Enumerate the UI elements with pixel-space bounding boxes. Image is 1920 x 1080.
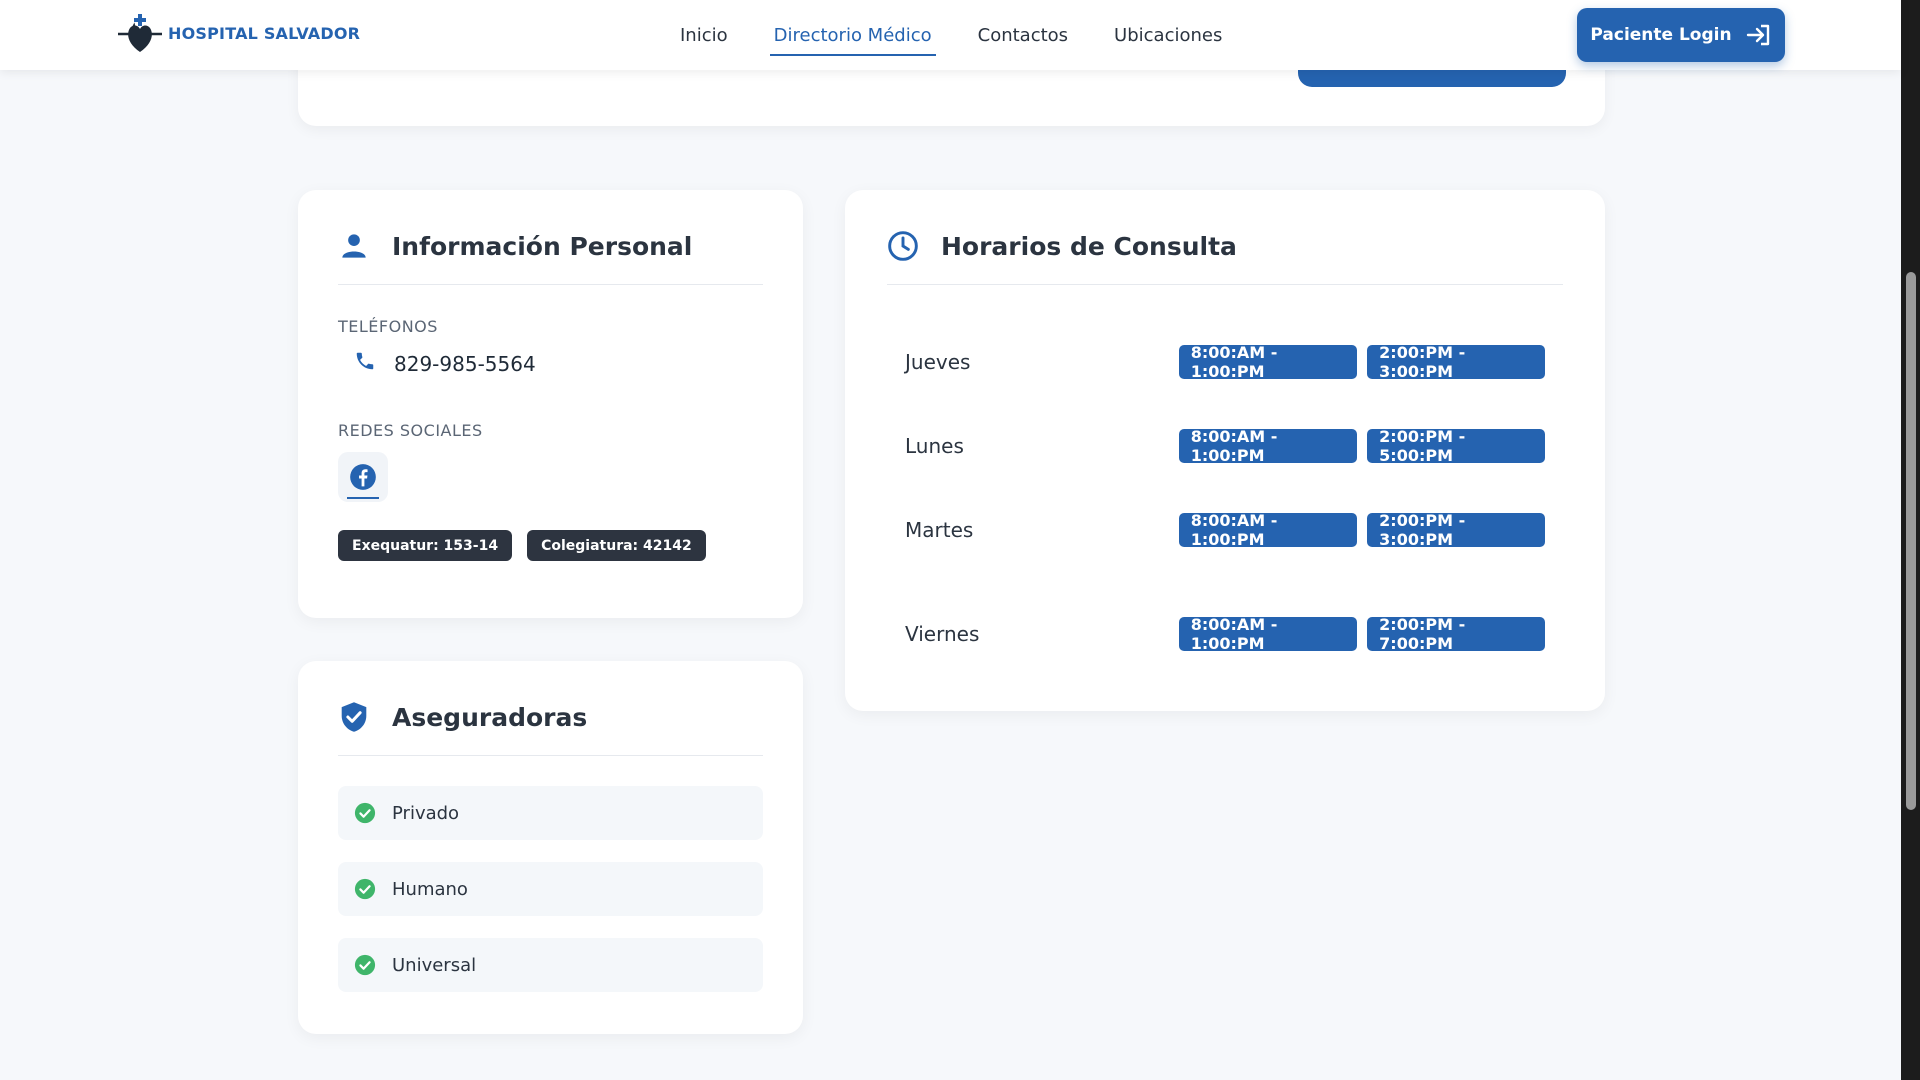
schedule-row: Martes 8:00:AM - 1:00:PM 2:00:PM - 3:00:… xyxy=(905,511,1545,549)
facebook-link[interactable] xyxy=(338,452,388,502)
time-slot: 8:00:AM - 1:00:PM xyxy=(1178,615,1358,653)
time-slot: 2:00:PM - 3:00:PM xyxy=(1367,511,1545,549)
schedule-title: Horarios de Consulta xyxy=(887,230,1563,262)
scrollbar-thumb[interactable] xyxy=(1906,272,1916,810)
nav-item-directorio-medico[interactable]: Directorio Médico xyxy=(769,0,936,70)
shield-check-icon xyxy=(338,701,370,733)
time-slot: 8:00:AM - 1:00:PM xyxy=(1178,511,1358,549)
login-button-label: Paciente Login xyxy=(1590,25,1732,45)
schedule-row: Viernes 8:00:AM - 1:00:PM 2:00:PM - 7:00… xyxy=(905,615,1545,653)
schedule-day: Viernes xyxy=(905,622,980,646)
personal-info-heading: Información Personal xyxy=(392,231,693,261)
nav-item-contactos[interactable]: Contactos xyxy=(978,0,1068,70)
divider xyxy=(338,284,763,285)
hospital-logo-icon xyxy=(118,14,162,52)
login-icon xyxy=(1746,24,1769,46)
insurers-title: Aseguradoras xyxy=(338,701,763,733)
phones-label: TELÉFONOS xyxy=(338,317,438,336)
colegiatura-badge: Colegiatura: 42142 xyxy=(527,530,706,561)
check-circle-icon xyxy=(354,802,376,824)
divider xyxy=(887,284,1563,285)
credential-badges: Exequatur: 153-14 Colegiatura: 42142 xyxy=(338,530,763,561)
social-label: REDES SOCIALES xyxy=(338,421,483,440)
site-header: HOSPITAL SALVADOR Inicio Directorio Médi… xyxy=(0,0,1901,70)
personal-info-title: Información Personal xyxy=(338,230,763,262)
schedule-heading: Horarios de Consulta xyxy=(941,231,1237,261)
divider xyxy=(338,755,763,756)
schedule-day: Jueves xyxy=(905,350,971,374)
exequatur-badge: Exequatur: 153-14 xyxy=(338,530,513,561)
list-item: Privado xyxy=(338,786,763,840)
list-item: Humano xyxy=(338,862,763,916)
insurer-name: Privado xyxy=(392,802,460,824)
time-slot: 8:00:AM - 1:00:PM xyxy=(1178,343,1358,381)
logo[interactable]: HOSPITAL SALVADOR xyxy=(116,12,360,54)
phone-icon xyxy=(354,350,376,377)
patient-login-button[interactable]: Paciente Login xyxy=(1577,8,1785,62)
time-slot: 2:00:PM - 7:00:PM xyxy=(1367,615,1545,653)
facebook-icon xyxy=(350,464,376,490)
check-circle-icon xyxy=(354,954,376,976)
phone-row: 829-985-5564 xyxy=(354,350,763,377)
insurer-name: Humano xyxy=(392,878,468,900)
clock-icon xyxy=(887,230,919,262)
schedule-row: Lunes 8:00:AM - 1:00:PM 2:00:PM - 5:00:P… xyxy=(905,427,1545,465)
main-nav: Inicio Directorio Médico Contactos Ubica… xyxy=(680,0,1268,70)
check-circle-icon xyxy=(354,878,376,900)
schedule-day: Lunes xyxy=(905,434,964,458)
nav-item-inicio[interactable]: Inicio xyxy=(680,0,728,70)
personal-info-card: Información Personal TELÉFONOS 829-985-5… xyxy=(298,190,803,618)
insurer-name: Universal xyxy=(392,954,477,976)
nav-item-ubicaciones[interactable]: Ubicaciones xyxy=(1114,0,1222,70)
phone-number[interactable]: 829-985-5564 xyxy=(394,352,536,376)
person-icon xyxy=(338,230,370,262)
insurers-heading: Aseguradoras xyxy=(392,702,588,732)
insurers-card: Aseguradoras Privado Humano Universal xyxy=(298,661,803,1034)
list-item: Universal xyxy=(338,938,763,992)
time-slot: 2:00:PM - 3:00:PM xyxy=(1367,343,1545,381)
page-scrollbar[interactable] xyxy=(1901,0,1920,1080)
schedule-row: Jueves 8:00:AM - 1:00:PM 2:00:PM - 3:00:… xyxy=(905,343,1545,381)
time-slot: 2:00:PM - 5:00:PM xyxy=(1367,427,1545,465)
schedule-day: Martes xyxy=(905,518,974,542)
time-slot: 8:00:AM - 1:00:PM xyxy=(1178,427,1358,465)
schedule-card: Horarios de Consulta Jueves 8:00:AM - 1:… xyxy=(845,190,1605,711)
brand-name: HOSPITAL SALVADOR xyxy=(168,23,361,43)
